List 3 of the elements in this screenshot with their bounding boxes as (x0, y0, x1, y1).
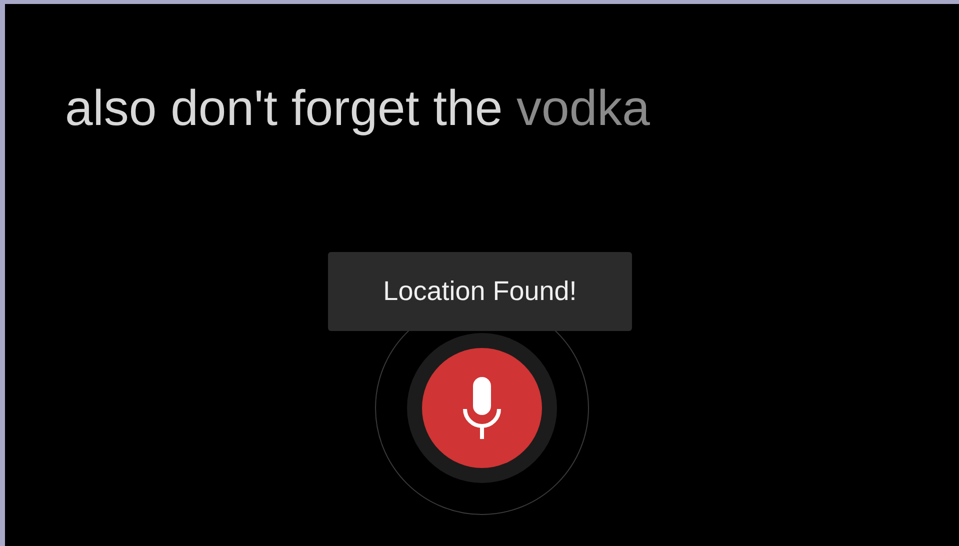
toast-message: Location Found! (328, 252, 632, 331)
microphone-icon (462, 377, 502, 439)
transcript-text: also don't forget the vodka (65, 79, 651, 138)
